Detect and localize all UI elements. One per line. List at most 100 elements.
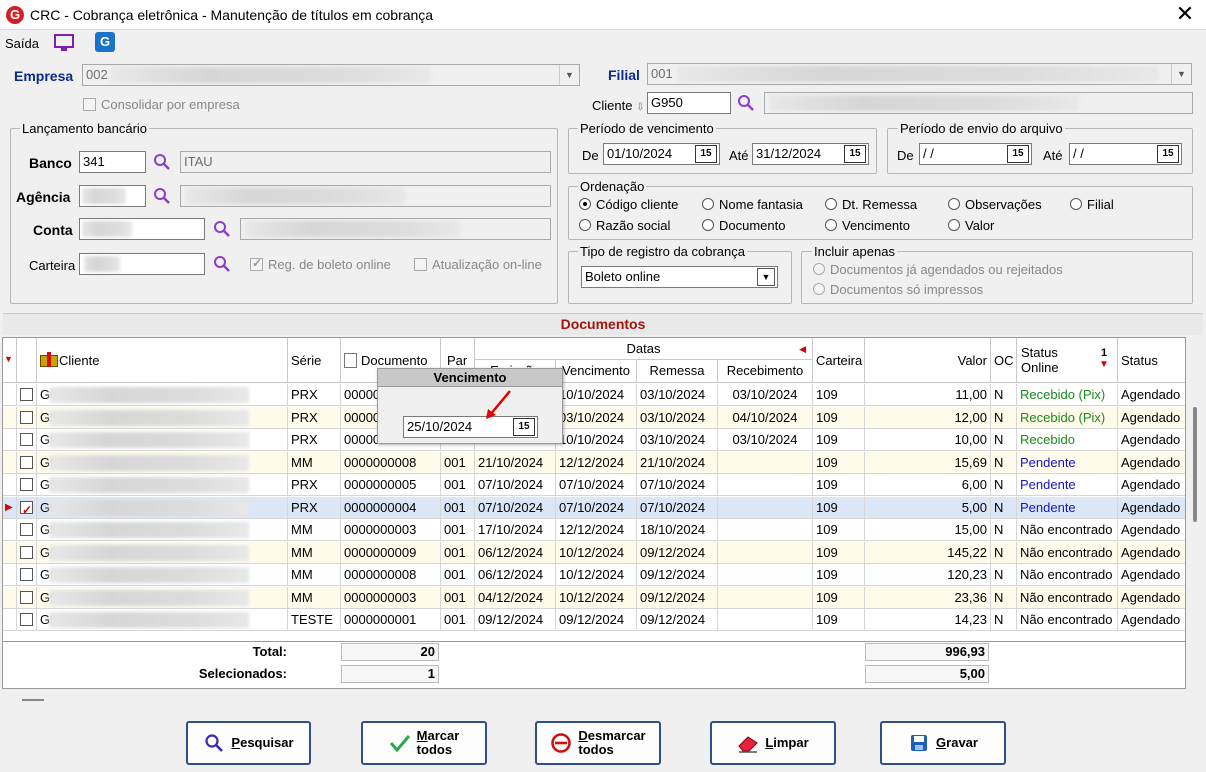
popup-date-input[interactable]: 25/10/2024 15 — [403, 416, 538, 438]
calendar-icon[interactable]: 15 — [1157, 145, 1179, 163]
header-status-online[interactable]: Status Online 1 ▼ — [1017, 338, 1118, 383]
ordenacao-dt-remessa[interactable]: Dt. Remessa — [825, 197, 917, 212]
ordenacao-valor[interactable]: Valor — [948, 218, 994, 233]
reg-boleto-checkbox[interactable]: Reg. de boleto online — [250, 256, 391, 272]
cell-vencimento: 12/12/2024 — [556, 451, 637, 474]
calendar-icon[interactable]: 15 — [695, 145, 717, 163]
cell-oc: N — [991, 541, 1017, 564]
filial-value: 001 — [651, 66, 673, 81]
envio-ate-input[interactable]: / / 15 — [1069, 143, 1182, 165]
ordenacao-observacoes[interactable]: Observações — [948, 197, 1042, 212]
cliente-input[interactable]: G950 — [647, 92, 731, 114]
table-row[interactable]: G950 -MM000000000900106/12/202410/12/202… — [3, 541, 1185, 564]
header-valor[interactable]: Valor — [865, 338, 991, 383]
tipo-registro-select[interactable]: Boleto online ▼ — [581, 266, 778, 288]
row-indicator — [3, 541, 17, 564]
table-row[interactable]: G950 -TESTE000000000100109/12/202409/12/… — [3, 609, 1185, 631]
search-icon[interactable] — [213, 255, 231, 273]
cell-carteira: 109 — [813, 451, 865, 474]
app-g-icon[interactable]: G — [95, 32, 115, 52]
limpar-button[interactable]: Limpar — [710, 721, 836, 765]
table-row[interactable]: G950 -MM000000000300117/10/202412/12/202… — [3, 519, 1185, 541]
radio-label: Documentos já agendados ou rejeitados — [830, 262, 1063, 277]
grid-scrollbar[interactable] — [1188, 337, 1202, 689]
header-cliente[interactable]: Cliente — [37, 338, 288, 383]
row-checkbox[interactable] — [17, 429, 37, 451]
ordenacao-nome-fantasia[interactable]: Nome fantasia — [702, 197, 803, 212]
documentos-grid[interactable]: ▼ Cliente Série Documento Par Datas◀ Emi… — [2, 337, 1186, 689]
row-checkbox[interactable] — [17, 541, 37, 564]
desmarcar-todos-button[interactable]: Desmarcar todos — [535, 721, 661, 765]
venc-de-value: 01/10/2024 — [607, 146, 673, 161]
table-row[interactable]: G950 -PRX000000001000110/10/202403/10/20… — [3, 384, 1185, 406]
gravar-button[interactable]: Gravar — [880, 721, 1006, 765]
ordenacao-filial[interactable]: Filial — [1070, 197, 1114, 212]
venc-de-input[interactable]: 01/10/2024 15 — [603, 143, 720, 165]
empresa-select[interactable]: 002 ▼ — [82, 64, 580, 86]
header-vencimento[interactable]: Vencimento — [556, 360, 637, 383]
marcar-todos-button[interactable]: Marcar todos — [361, 721, 487, 765]
scrollbar-thumb[interactable] — [1193, 407, 1197, 522]
consolidar-checkbox[interactable]: Consolidar por empresa — [83, 97, 240, 112]
row-checkbox[interactable] — [17, 564, 37, 586]
redacted-conta — [82, 221, 132, 237]
table-row[interactable]: G950 -PRX000000000500107/10/202407/10/20… — [3, 474, 1185, 496]
ordenacao-vencimento[interactable]: Vencimento — [825, 218, 910, 233]
header-oc[interactable]: OC — [991, 338, 1017, 383]
header-serie[interactable]: Série — [288, 338, 341, 383]
table-row[interactable]: G950 -MM000000000300104/12/202410/12/202… — [3, 586, 1185, 609]
carteira-input[interactable] — [79, 253, 205, 275]
header-carteira[interactable]: Carteira — [813, 338, 865, 383]
calendar-icon[interactable]: 15 — [844, 145, 866, 163]
table-row[interactable]: ▶G950 -PRX000000000400107/10/202407/10/2… — [3, 496, 1185, 519]
collapse-left-icon[interactable]: ◀ — [799, 338, 806, 359]
banco-input[interactable]: 341 — [79, 151, 146, 173]
row-checkbox[interactable] — [17, 384, 37, 406]
header-remessa[interactable]: Remessa — [637, 360, 718, 383]
cell-status-online: Não encontrado — [1017, 541, 1118, 564]
table-row[interactable]: G950 -PRX000000001200110/10/202403/10/20… — [3, 429, 1185, 451]
resize-handle[interactable] — [22, 699, 44, 701]
radio-label: Valor — [965, 218, 995, 233]
calendar-icon[interactable]: 15 — [513, 418, 535, 436]
search-icon[interactable] — [153, 187, 171, 205]
table-row[interactable]: G950 -MM000000000800106/12/202410/12/202… — [3, 564, 1185, 586]
prohibited-icon — [550, 732, 572, 754]
row-checkbox[interactable] — [17, 519, 37, 541]
row-checkbox[interactable] — [17, 406, 37, 429]
exit-label[interactable]: Saída — [5, 36, 39, 51]
calendar-icon[interactable]: 15 — [1007, 145, 1029, 163]
header-recebimento[interactable]: Recebimento — [718, 360, 813, 383]
search-icon[interactable] — [737, 94, 755, 112]
chevron-down-icon[interactable]: ▼ — [757, 268, 775, 286]
venc-ate-input[interactable]: 31/12/2024 15 — [752, 143, 869, 165]
limpar-label: Limpar — [765, 735, 809, 750]
monitor-icon[interactable] — [53, 33, 75, 53]
incluir-impressos-radio[interactable]: Documentos só impressos — [813, 282, 983, 297]
ordenacao-documento[interactable]: Documento — [702, 218, 785, 233]
atualizacao-checkbox[interactable]: Atualização on-line — [414, 257, 542, 272]
agencia-input[interactable] — [79, 185, 146, 207]
ordenacao-codigo-cliente[interactable]: Código cliente — [579, 197, 678, 212]
table-row[interactable]: G950 -PRX000000001100103/10/202403/10/20… — [3, 406, 1185, 429]
chevron-down-icon[interactable]: ▼ — [559, 65, 579, 85]
envio-de-input[interactable]: / / 15 — [919, 143, 1032, 165]
incluir-agendados-radio[interactable]: Documentos já agendados ou rejeitados — [813, 262, 1063, 277]
chevron-down-icon[interactable]: ▼ — [1171, 64, 1191, 84]
close-icon[interactable]: ✕ — [1172, 2, 1198, 28]
search-icon[interactable] — [153, 153, 171, 171]
row-checkbox[interactable] — [17, 451, 37, 474]
search-icon[interactable] — [213, 220, 231, 238]
row-checkbox[interactable] — [17, 609, 37, 631]
row-checkbox[interactable] — [17, 496, 37, 519]
ordenacao-razao-social[interactable]: Razão social — [579, 218, 670, 233]
header-status[interactable]: Status — [1118, 338, 1185, 383]
cell-oc: N — [991, 586, 1017, 609]
filial-select[interactable]: 001 ▼ — [647, 63, 1192, 85]
table-row[interactable]: G950 -MM000000000800121/10/202412/12/202… — [3, 451, 1185, 474]
atualizacao-label: Atualização on-line — [432, 257, 542, 272]
pesquisar-button[interactable]: Pesquisar — [186, 721, 311, 765]
conta-input[interactable] — [79, 218, 205, 240]
row-checkbox[interactable] — [17, 474, 37, 496]
row-checkbox[interactable] — [17, 586, 37, 609]
